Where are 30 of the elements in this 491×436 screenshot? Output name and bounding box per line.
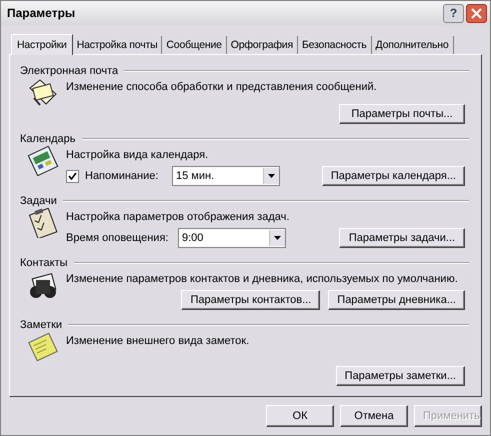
options-button[interactable]: Параметры дневника...: [328, 290, 465, 310]
close-button[interactable]: [466, 4, 487, 22]
help-button[interactable]: ?: [443, 4, 464, 22]
section-description: Настройка вида календаря.: [66, 149, 210, 161]
section-title: Электронная почта: [20, 64, 118, 76]
time-dropdown[interactable]: 15 мин.: [172, 166, 280, 186]
options-button[interactable]: Параметры заметки...: [336, 366, 465, 386]
reminder-checkbox[interactable]: Напоминание:: [66, 170, 164, 182]
field-label: Время оповещения:: [66, 232, 170, 244]
close-icon: [471, 8, 482, 18]
time-dropdown[interactable]: 9:00: [178, 228, 286, 248]
section-description: Настройка параметров отображения задач.: [66, 211, 290, 223]
section-description: Изменение параметров контактов и дневника, используемых по умолчанию.: [66, 273, 459, 285]
section-title: Заметки: [20, 318, 62, 330]
options-button[interactable]: Параметры задачи...: [339, 228, 465, 248]
dropdown-arrow-icon: [268, 174, 275, 178]
dialog-button[interactable]: Отмена: [340, 405, 408, 427]
section-title: Контакты: [20, 256, 68, 268]
section-title: Задачи: [20, 194, 57, 206]
section-description: Изменение внешнего вида заметок.: [66, 335, 250, 347]
tab[interactable]: Настройки: [11, 34, 73, 55]
dropdown-arrow-icon: [274, 236, 281, 240]
section-title: Календарь: [20, 132, 76, 144]
check-icon: [68, 172, 77, 180]
options-button[interactable]: Параметры календаря...: [322, 166, 465, 186]
options-button[interactable]: Параметры почты...: [339, 104, 465, 124]
options-button[interactable]: Параметры контактов...: [181, 290, 320, 310]
dialog-button[interactable]: ОК: [266, 405, 334, 427]
window-title: Параметры: [7, 6, 76, 20]
section-description: Изменение способа обработки и представления сообщений.: [66, 81, 378, 93]
